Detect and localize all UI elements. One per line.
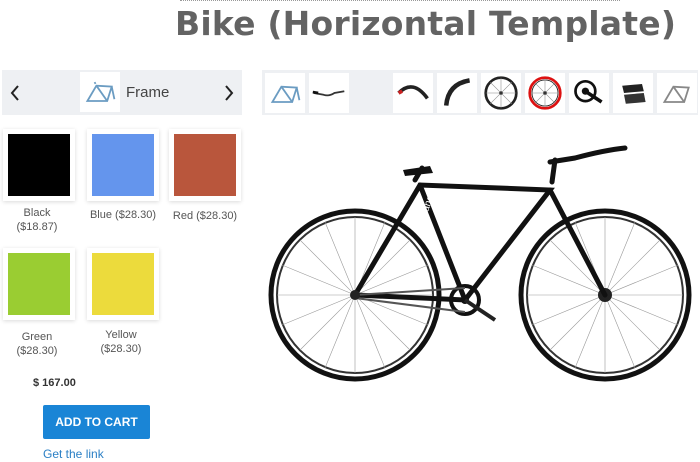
get-link[interactable]: Get the link	[43, 447, 104, 461]
frame	[350, 157, 608, 303]
color-swatch-yellow[interactable]	[87, 248, 159, 320]
fork-icon[interactable]	[657, 73, 697, 113]
fender-icon[interactable]	[393, 73, 433, 113]
pedal-icon[interactable]	[613, 73, 653, 113]
handlebar-icon[interactable]	[309, 73, 349, 113]
frame-icon	[80, 72, 120, 112]
swatch-label-blue: Blue ($28.30)	[89, 209, 157, 221]
red-wheel-icon[interactable]	[525, 73, 565, 113]
swatch-label-yellow: Yellow ($28.30)	[100, 329, 142, 355]
swatch-fill	[92, 253, 154, 315]
seat	[403, 166, 433, 176]
color-swatch-blue[interactable]	[87, 129, 159, 201]
page-title: Bike (Horizontal Template)	[175, 4, 677, 43]
color-swatch-green[interactable]	[3, 248, 75, 320]
color-swatch-red[interactable]	[169, 129, 241, 201]
component-toolbar	[262, 70, 698, 115]
total-price: $ 167.00	[33, 377, 76, 389]
crankset-icon[interactable]	[569, 73, 609, 113]
tire-icon[interactable]	[437, 73, 477, 113]
drivetrain	[350, 284, 497, 322]
swatch-label-black: Black ($18.87)	[16, 207, 58, 233]
swatch-label-red: Red ($28.30)	[172, 210, 238, 222]
category-nav: Frame	[2, 70, 242, 115]
handlebar	[547, 145, 628, 165]
swatch-fill	[92, 134, 154, 196]
swatch-fill	[8, 134, 70, 196]
category-label: Frame	[126, 84, 170, 101]
add-to-cart-button[interactable]: ADD TO CART	[43, 405, 150, 439]
chevron-right-icon[interactable]	[218, 70, 240, 115]
wheel-icon[interactable]	[481, 73, 521, 113]
chevron-left-icon[interactable]	[4, 70, 26, 115]
top-divider	[180, 0, 620, 2]
bike-preview: mango	[268, 145, 692, 382]
swatch-fill	[174, 134, 236, 196]
swatch-label-green: Green ($28.30)	[16, 331, 58, 357]
color-swatch-black[interactable]	[3, 129, 75, 201]
swatch-fill	[8, 253, 70, 315]
frame-icon[interactable]	[265, 73, 305, 113]
